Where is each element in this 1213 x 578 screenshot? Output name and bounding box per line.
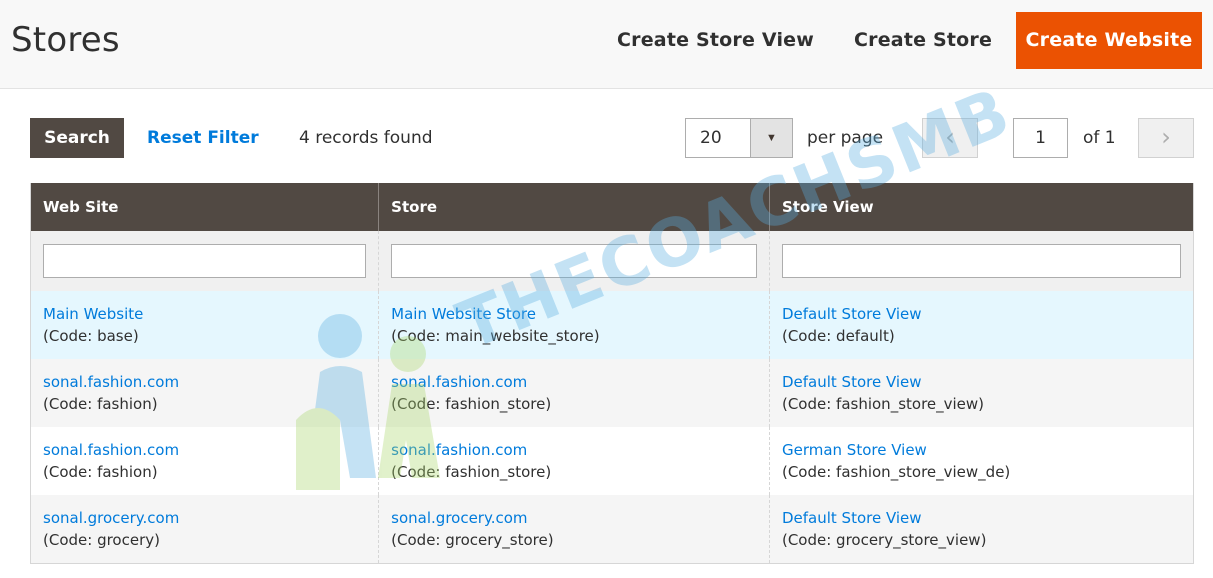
- store-cell: sonal.grocery.com (Code: grocery_store): [378, 495, 770, 564]
- store-code: (Code: fashion_store): [391, 395, 552, 413]
- filter-cell-store: [378, 231, 770, 291]
- create-website-button[interactable]: Create Website: [1016, 12, 1202, 69]
- per-page-value: 20: [700, 128, 722, 148]
- table-row[interactable]: sonal.grocery.com (Code: grocery) sonal.…: [30, 495, 1194, 564]
- store-code: (Code: grocery_store): [391, 531, 554, 549]
- store-filter-input[interactable]: [391, 244, 757, 278]
- table-row[interactable]: sonal.fashion.com (Code: fashion) sonal.…: [30, 359, 1194, 427]
- store-cell: sonal.fashion.com (Code: fashion_store): [378, 427, 770, 495]
- website-cell: Main Website (Code: base): [30, 291, 379, 359]
- store-link[interactable]: sonal.fashion.com: [391, 439, 757, 461]
- create-store-button[interactable]: Create Store: [854, 12, 992, 69]
- store-view-code: (Code: fashion_store_view): [781, 395, 985, 413]
- filter-cell-website: [30, 231, 379, 291]
- records-found-count: 4 records found: [299, 128, 433, 148]
- store-view-link[interactable]: Default Store View: [782, 507, 1181, 529]
- per-page-label: per page: [807, 128, 884, 148]
- filter-cell-store-view: [768, 231, 1194, 291]
- store-view-cell: Default Store View (Code: default): [768, 291, 1194, 359]
- grid-header-row: Web Site Store Store View: [30, 183, 1194, 231]
- reset-filter-link[interactable]: Reset Filter: [147, 118, 259, 158]
- store-view-code: (Code: fashion_store_view_de): [781, 463, 1011, 481]
- store-view-link[interactable]: German Store View: [782, 439, 1181, 461]
- store-link[interactable]: sonal.fashion.com: [391, 371, 757, 393]
- chevron-down-icon[interactable]: ▼: [750, 119, 792, 157]
- store-view-filter-input[interactable]: [781, 244, 1181, 278]
- website-link[interactable]: Main Website: [43, 303, 366, 325]
- search-button[interactable]: Search: [30, 118, 124, 158]
- create-store-view-button[interactable]: Create Store View: [617, 12, 814, 69]
- grid-toolbar: Search Reset Filter 4 records found 20 ▼…: [0, 118, 1213, 158]
- website-code: (Code: fashion): [43, 463, 158, 481]
- website-link[interactable]: sonal.fashion.com: [43, 439, 366, 461]
- page-header: Stores Create Store View Create Store Cr…: [0, 0, 1213, 89]
- column-header-website[interactable]: Web Site: [30, 183, 379, 231]
- website-code: (Code: grocery): [43, 531, 160, 549]
- website-filter-input[interactable]: [43, 244, 367, 278]
- per-page-select[interactable]: 20 ▼: [685, 118, 793, 158]
- store-view-code: (Code: default): [781, 327, 895, 345]
- store-view-link[interactable]: Default Store View: [782, 303, 1181, 325]
- chevron-left-icon: ‹: [945, 123, 955, 151]
- filter-row: [30, 231, 1194, 291]
- store-view-link[interactable]: Default Store View: [782, 371, 1181, 393]
- page-total-label: of 1: [1083, 128, 1116, 148]
- website-code: (Code: base): [43, 327, 139, 345]
- table-row[interactable]: sonal.fashion.com (Code: fashion) sonal.…: [30, 427, 1194, 495]
- website-link[interactable]: sonal.fashion.com: [43, 371, 366, 393]
- store-view-cell: German Store View (Code: fashion_store_v…: [768, 427, 1194, 495]
- table-row[interactable]: Main Website (Code: base) Main Website S…: [30, 291, 1194, 359]
- store-view-cell: Default Store View (Code: fashion_store_…: [768, 359, 1194, 427]
- store-cell: Main Website Store (Code: main_website_s…: [378, 291, 770, 359]
- previous-page-button[interactable]: ‹: [922, 118, 978, 158]
- website-link[interactable]: sonal.grocery.com: [43, 507, 366, 529]
- store-cell: sonal.fashion.com (Code: fashion_store): [378, 359, 770, 427]
- store-link[interactable]: sonal.grocery.com: [391, 507, 757, 529]
- store-view-code: (Code: grocery_store_view): [781, 531, 987, 549]
- website-cell: sonal.fashion.com (Code: fashion): [30, 359, 379, 427]
- column-header-store[interactable]: Store: [378, 183, 770, 231]
- page-title: Stores: [11, 20, 120, 60]
- page-number-input[interactable]: 1: [1013, 118, 1068, 158]
- store-code: (Code: main_website_store): [391, 327, 600, 345]
- store-view-cell: Default Store View (Code: grocery_store_…: [768, 495, 1194, 564]
- website-code: (Code: fashion): [43, 395, 158, 413]
- store-code: (Code: fashion_store): [391, 463, 552, 481]
- store-link[interactable]: Main Website Store: [391, 303, 757, 325]
- stores-grid: Web Site Store Store View Main Website (…: [30, 183, 1194, 564]
- chevron-right-icon: ›: [1161, 123, 1171, 151]
- next-page-button[interactable]: ›: [1138, 118, 1194, 158]
- website-cell: sonal.grocery.com (Code: grocery): [30, 495, 379, 564]
- column-header-store-view[interactable]: Store View: [768, 183, 1194, 231]
- website-cell: sonal.fashion.com (Code: fashion): [30, 427, 379, 495]
